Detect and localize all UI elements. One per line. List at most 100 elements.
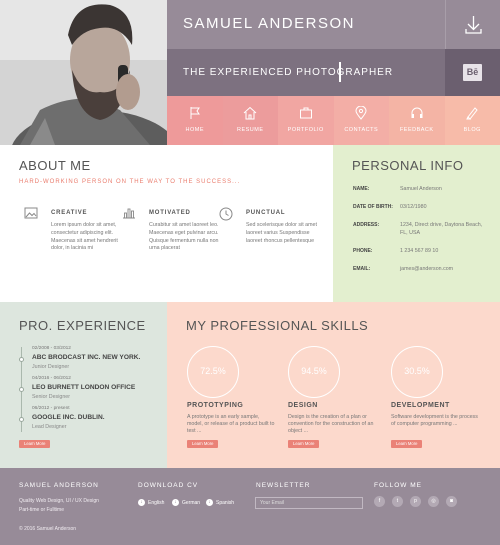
nav-item-resume[interactable]: RESUME (222, 96, 278, 145)
nav-item-feedback[interactable]: FEEDBACK (389, 96, 445, 145)
bar-chart-icon (123, 208, 135, 219)
twitter-icon[interactable]: t (392, 496, 403, 507)
skill-title: PROTOTYPING (187, 402, 244, 409)
about-section: ABOUT ME HARD-WORKING PERSON ON THE WAY … (0, 145, 333, 302)
job-role: Junior Designer (32, 364, 70, 370)
job-company: LEO BURNETT LONDON OFFICE (32, 384, 136, 391)
job-role: Lead Designer (32, 424, 67, 430)
nav-item-home[interactable]: HOME (167, 96, 223, 145)
job-date: 02/2008 - 03/2012 (32, 346, 71, 351)
nav-label: FEEDBACK (399, 127, 434, 133)
job-company: GOOGLE INC. DUBLIN. (32, 414, 105, 421)
camera-icon[interactable]: ◙ (446, 496, 457, 507)
download-german-link[interactable]: ↓ German (172, 499, 200, 506)
info-label: EMAIL: (353, 266, 371, 272)
info-value: 03/12/1980 (400, 204, 427, 210)
subtitle-bar: THE EXPERIENCED PHOTOGRAPHER (167, 49, 445, 96)
download-icon: ↓ (172, 499, 179, 506)
info-label: PHONE: (353, 248, 373, 254)
behance-icon: Bē (463, 64, 482, 81)
language-label: Spanish (216, 499, 235, 506)
briefcase-icon (299, 107, 312, 119)
facebook-icon[interactable]: f (374, 496, 385, 507)
timeline-dot (19, 387, 24, 392)
info-label: DATE OF BIRTH: (353, 204, 393, 210)
flag-icon (190, 107, 200, 119)
footer-copyright: © 2016 Samuel Anderson (19, 526, 77, 532)
job-date: 04/2016 - 06/2012 (32, 376, 71, 381)
nav-label: RESUME (236, 127, 264, 133)
feature-title: CREATIVE (51, 210, 88, 216)
personal-info-title: PERSONAL INFO (352, 158, 464, 173)
about-title: ABOUT ME (19, 158, 91, 173)
footer-about-line: Part-time or Fulltime (19, 507, 65, 513)
headset-icon (411, 107, 423, 118)
skill-learn-more-button[interactable]: Learn More (391, 440, 423, 448)
job-item: 04/2016 - 06/2012 LEO BURNETT LONDON OFF… (19, 376, 162, 400)
newsletter-email-input[interactable] (255, 497, 363, 509)
experience-title: PRO. EXPERIENCE (19, 318, 146, 333)
behance-link[interactable]: Bē (445, 49, 500, 96)
text-cursor (339, 62, 341, 82)
download-cv-title: DOWNLOAD CV (138, 482, 199, 489)
info-value: Samuel Anderson (400, 186, 442, 192)
header-subtitle: THE EXPERIENCED PHOTOGRAPHER (183, 67, 394, 78)
download-icon: ↓ (206, 499, 213, 506)
job-item: 06/2012 - present GOOGLE INC. DUBLIN. Le… (19, 406, 162, 430)
clock-icon (219, 207, 233, 221)
footer-about-line: Quality Web Design, UI / UX Design (19, 498, 99, 504)
nav-label: BLOG (463, 127, 481, 133)
skills-title: MY PROFESSIONAL SKILLS (186, 318, 369, 333)
feature-text: Sed scelerisque dolor sit amet laoreet v… (246, 222, 317, 244)
job-company: ABC BRODCAST INC. NEW YORK. (32, 354, 141, 361)
download-spanish-link[interactable]: ↓ Spanish (206, 499, 234, 506)
nav-label: HOME (185, 127, 204, 133)
skill-text: A prototype is an early sample, model, o… (187, 414, 275, 435)
timeline-dot (19, 357, 24, 362)
info-value: 1 234 567 89 10 (400, 248, 439, 254)
skill-learn-more-button[interactable]: Learn More (288, 440, 320, 448)
feature-title: PUNCTUAL (246, 210, 286, 216)
footer: SAMUEL ANDERSON Quality Web Design, UI /… (0, 468, 500, 545)
nav-item-blog[interactable]: BLOG (444, 96, 500, 145)
personal-info-section: PERSONAL INFO NAME: Samuel Anderson DATE… (333, 145, 500, 302)
download-button[interactable] (445, 0, 500, 49)
header-name: SAMUEL ANDERSON (183, 15, 355, 32)
job-date: 06/2012 - present (32, 406, 70, 411)
follow-me-title: FOLLOW ME (374, 482, 423, 489)
skill-title: DEVELOPMENT (391, 402, 450, 409)
info-value[interactable]: james@anderson.com (400, 266, 490, 274)
job-role: Senior Designer (32, 394, 70, 400)
footer-about-title: SAMUEL ANDERSON (19, 482, 99, 489)
download-english-link[interactable]: ↓ English (138, 499, 164, 506)
download-icon (465, 16, 482, 34)
feature-title: MOTIVATED (149, 210, 191, 216)
skill-text: Software development is the process of c… (391, 414, 478, 428)
job-item: 02/2008 - 03/2012 ABC BRODCAST INC. NEW … (19, 346, 162, 370)
pinterest-icon[interactable]: p (410, 496, 421, 507)
skill-percent: 94.5% (301, 366, 327, 376)
nav-item-portfolio[interactable]: PORTFOLIO (278, 96, 334, 145)
feature-text: Lorem ipsum dolor sit amet, consectetur … (51, 222, 118, 252)
newsletter-title: NEWSLETTER (256, 482, 311, 489)
name-bar: SAMUEL ANDERSON (167, 0, 445, 49)
instagram-icon[interactable]: ◎ (428, 496, 439, 507)
experience-section: PRO. EXPERIENCE 02/2008 - 03/2012 ABC BR… (0, 302, 167, 468)
language-label: German (182, 499, 201, 506)
experience-learn-more-button[interactable]: Learn More (19, 440, 51, 448)
skill-learn-more-button[interactable]: Learn More (187, 440, 219, 448)
nav-item-contacts[interactable]: CONTACTS (333, 96, 389, 145)
profile-photo (0, 0, 167, 145)
skills-section: MY PROFESSIONAL SKILLS 72.5% PROTOTYPING… (167, 302, 500, 468)
skill-title: DESIGN (288, 402, 318, 409)
home-icon (243, 106, 257, 120)
timeline-dot (19, 417, 24, 422)
skill-percent: 30.5% (404, 366, 430, 376)
picture-icon (24, 207, 38, 219)
info-label: ADDRESS: (353, 222, 380, 228)
download-icon: ↓ (138, 499, 145, 506)
skill-text: Design is the creation of a plan or conv… (288, 414, 374, 435)
pen-icon (466, 107, 478, 120)
about-tagline: HARD-WORKING PERSON ON THE WAY TO THE SU… (19, 179, 241, 185)
photographer-portrait-image (0, 0, 167, 145)
